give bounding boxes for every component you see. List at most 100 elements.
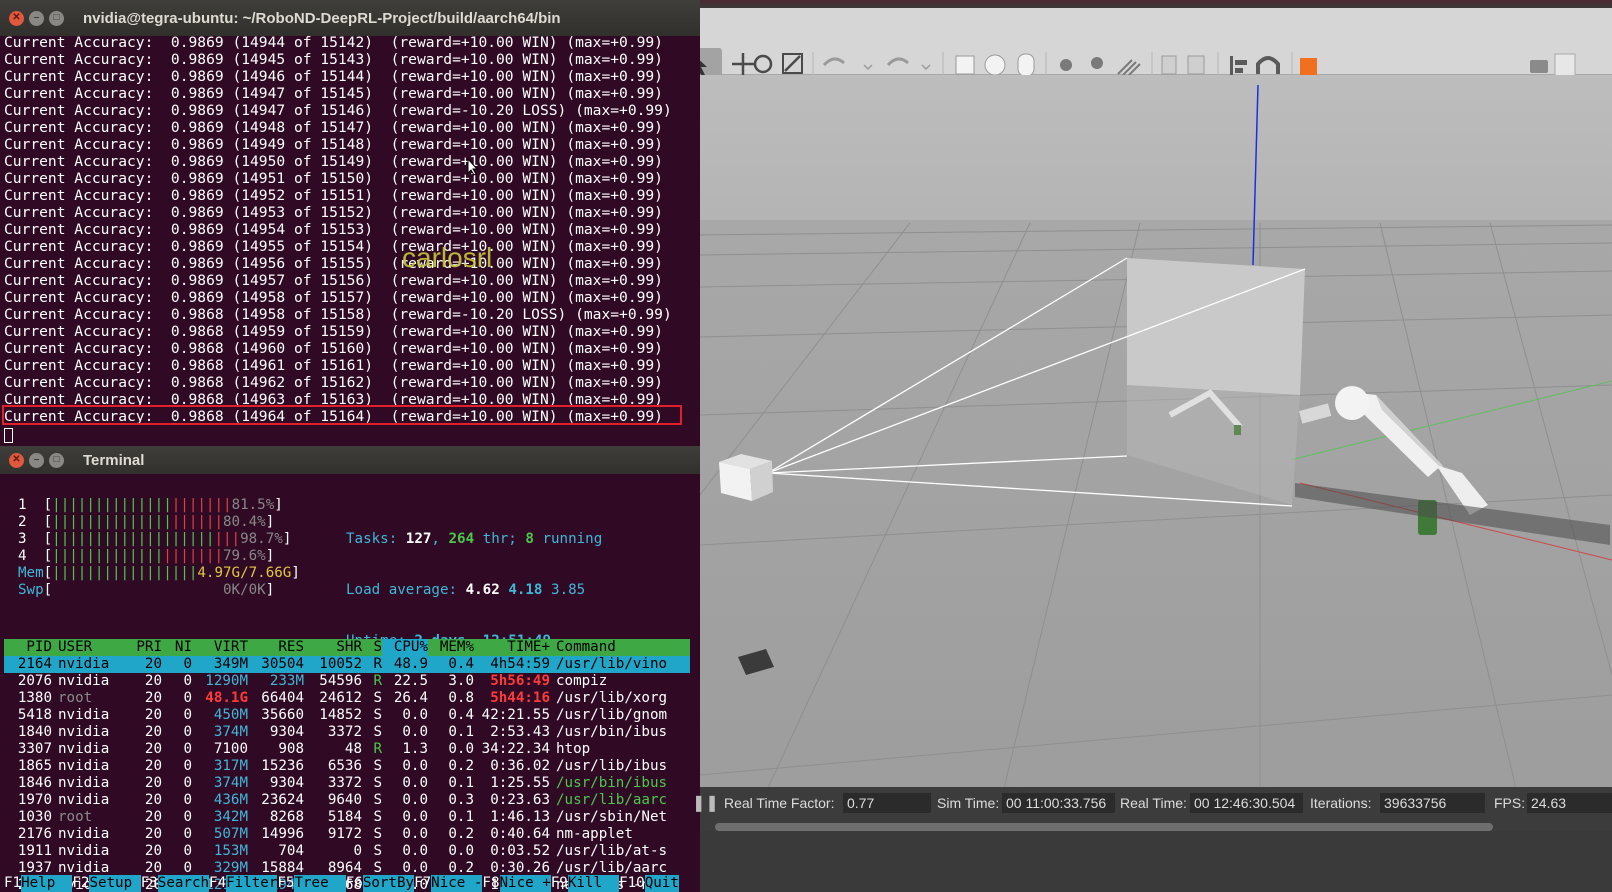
log-line: Current Accuracy: 0.9869 (14957 of 15156…	[4, 272, 663, 289]
rotate-mode-icon[interactable]	[753, 54, 773, 74]
htop-view[interactable]: 1 [|||||||||||||||||||||81.5%] 2 [|||||||…	[0, 474, 700, 892]
table-row[interactable]: 1840 nvidia 20 0 374M 9304 3372 S 0.0 0.1 2:53.43 /…	[4, 724, 690, 741]
swap-label: Swp	[18, 582, 44, 598]
titlebar: ✕ – □ Terminal	[0, 446, 700, 474]
cell-mem: 0.2	[448, 826, 474, 842]
log-line: Current Accuracy: 0.9869 (14946 of 15144…	[4, 68, 663, 85]
fkey-label[interactable]: Nice -	[431, 875, 483, 892]
table-row[interactable]: 1865 nvidia 20 0 317M 15236 6536 S 0.0 0.2 0:36.02…	[4, 758, 690, 775]
cell-ni: 0	[183, 673, 192, 689]
snap-icon[interactable]	[1256, 56, 1280, 74]
column-header-res[interactable]: RES	[248, 639, 304, 656]
column-header-ni[interactable]: NI	[162, 639, 192, 656]
cell-pri: 20	[144, 843, 162, 859]
maximize-icon[interactable]: □	[49, 10, 64, 26]
maximize-icon[interactable]: □	[49, 452, 64, 468]
process-table-header[interactable]: PID USER PRI NI VIRT RES SHR S CPU% MEM% TIME+ Comm…	[4, 639, 690, 656]
column-header-shr[interactable]: SHR	[304, 639, 362, 656]
cell-ni: 0	[183, 707, 192, 723]
table-row[interactable]: 5418 nvidia 20 0 450M 35660 14852 S 0.0 0.4 42:21.…	[4, 707, 690, 724]
column-header-s[interactable]: S	[362, 639, 382, 656]
real-time-value: 00 12:46:30.504	[1190, 793, 1303, 813]
cell-s: S	[373, 826, 382, 842]
view-angle-icon[interactable]	[1300, 58, 1317, 75]
table-row[interactable]: 1911 nvidia 20 0 153M 704 0 S 0.0 0.0 0:03.52/usr/…	[4, 843, 690, 860]
cpu-meters: 1 [|||||||||||||||||||||81.5%] 2 [|||||||…	[18, 497, 300, 599]
fkey-label[interactable]: Search	[157, 875, 210, 892]
fkey-label[interactable]: Filter	[226, 875, 278, 892]
cell-cpu: 0.0	[402, 843, 428, 859]
cylinder-shape-icon[interactable]	[1017, 53, 1035, 77]
table-row[interactable]: 1030 root 20 0 342M 8268 5184 S 0.0 0.1 1:46.13/us…	[4, 809, 690, 826]
directional-light-icon[interactable]	[1117, 59, 1141, 79]
cell-res: 908	[278, 741, 304, 757]
screenshot-icon[interactable]	[1530, 60, 1548, 73]
table-row[interactable]: 1970 nvidia 20 0 436M 23624 9640 S 0.0 0.3 0:23.63…	[4, 792, 690, 809]
point-light-icon[interactable]	[1060, 59, 1072, 71]
fkey-label[interactable]: Kill	[567, 875, 620, 892]
cell-pid: 3307	[17, 741, 52, 757]
translate-mode-icon[interactable]	[732, 53, 754, 75]
cell-res: 35660	[261, 707, 304, 723]
table-row[interactable]: 2176 nvidia 20 0 507M 14996 9172 S 0.0 0.2 0:40.64…	[4, 826, 690, 843]
cell-mem: 0.0	[448, 741, 474, 757]
3d-scene-viewport[interactable]	[700, 75, 1612, 805]
column-header-command[interactable]: Command	[550, 639, 680, 656]
minimize-icon[interactable]: –	[29, 10, 44, 26]
fkey-label[interactable]: Nice +	[499, 875, 551, 892]
column-header-virt[interactable]: VIRT	[192, 639, 248, 656]
fkey-label[interactable]: Quit	[644, 875, 679, 892]
table-row[interactable]: 1846 nvidia 20 0 374M 9304 3372 S 0.0 0.1 1:25.55 /…	[4, 775, 690, 792]
cell-cmd: /usr/bin/ibus	[556, 775, 668, 791]
column-header-pri[interactable]: PRI	[118, 639, 162, 656]
toolbar-icons	[688, 48, 1576, 82]
table-row[interactable]: 1380 root 20 0 48.1G 66404 24612 S 26.4 0.8 5h44:1…	[4, 690, 690, 707]
close-icon[interactable]: ✕	[9, 10, 24, 26]
cell-virt: 507M	[213, 826, 248, 842]
horizontal-scrollbar[interactable]	[715, 823, 1493, 831]
real-time-factor-value: 0.77	[843, 793, 931, 813]
pause-icon[interactable]: ❚❚	[692, 793, 719, 813]
box-shape-icon[interactable]	[955, 55, 975, 75]
bracket: [	[26, 497, 53, 513]
titlebar: ✕ – □ nvidia@tegra-ubuntu: ~/RoboND-Deep…	[0, 0, 700, 36]
column-header-user[interactable]: USER	[52, 639, 118, 656]
terminal-output[interactable]: Current Accuracy: 0.9869 (14944 of 15142…	[4, 34, 694, 425]
close-icon[interactable]: ✕	[9, 452, 24, 468]
scale-mode-icon[interactable]	[782, 53, 803, 74]
minimize-icon[interactable]: –	[29, 452, 44, 468]
cell-mem: 0.8	[448, 690, 474, 706]
fkey-label[interactable]: SortBy	[362, 875, 415, 892]
sphere-shape-icon[interactable]	[984, 54, 1006, 76]
cell-s: S	[373, 792, 382, 808]
swap-value: 0K/0K	[223, 582, 266, 598]
column-header-mem[interactable]: MEM%	[428, 639, 474, 656]
cell-s: S	[373, 775, 382, 791]
table-row[interactable]: 2164 nvidia 20 0 349M 30504 10052 R 48.9 0.4 4h54:…	[4, 656, 690, 673]
spot-light-icon[interactable]	[1091, 57, 1103, 69]
fkey-label[interactable]: Help	[21, 875, 73, 892]
column-header-time[interactable]: TIME+	[474, 639, 550, 656]
cell-s: S	[373, 843, 382, 859]
copy-icon[interactable]	[1161, 55, 1177, 75]
fkey-label[interactable]: Setup	[89, 875, 141, 892]
log-icon[interactable]	[1554, 53, 1576, 79]
cpu-percent: 98.7%	[240, 531, 283, 547]
column-header-cpu[interactable]: CPU%	[382, 639, 428, 656]
redo-icon[interactable]	[886, 57, 910, 67]
process-table[interactable]: 2164 nvidia 20 0 349M 30504 10052 R 48.9 0.4 4h54:…	[4, 656, 690, 892]
cell-user: nvidia	[58, 792, 110, 808]
terminal-cursor	[4, 428, 13, 443]
fkey-f2: F2	[72, 875, 90, 891]
column-header-pid[interactable]: PID	[4, 639, 52, 656]
paste-icon[interactable]	[1187, 55, 1205, 75]
table-row[interactable]: 2076 nvidia 20 0 1290M 233M 54596 R 22.5 3.0 5h56:…	[4, 673, 690, 690]
real-time-factor-label: Real Time Factor:	[724, 795, 835, 811]
cell-ni: 0	[183, 809, 192, 825]
fkey-label[interactable]: Tree	[294, 875, 346, 892]
undo-icon[interactable]	[822, 57, 846, 67]
table-row[interactable]: 3307 nvidia 20 0 7100 908 48 R 1.3 0.0 34:22.34 hto…	[4, 741, 690, 758]
align-icon[interactable]	[1230, 56, 1247, 76]
log-line: Current Accuracy: 0.9869 (14949 of 15148…	[4, 136, 663, 153]
cell-time: 0:36.02	[490, 758, 550, 774]
